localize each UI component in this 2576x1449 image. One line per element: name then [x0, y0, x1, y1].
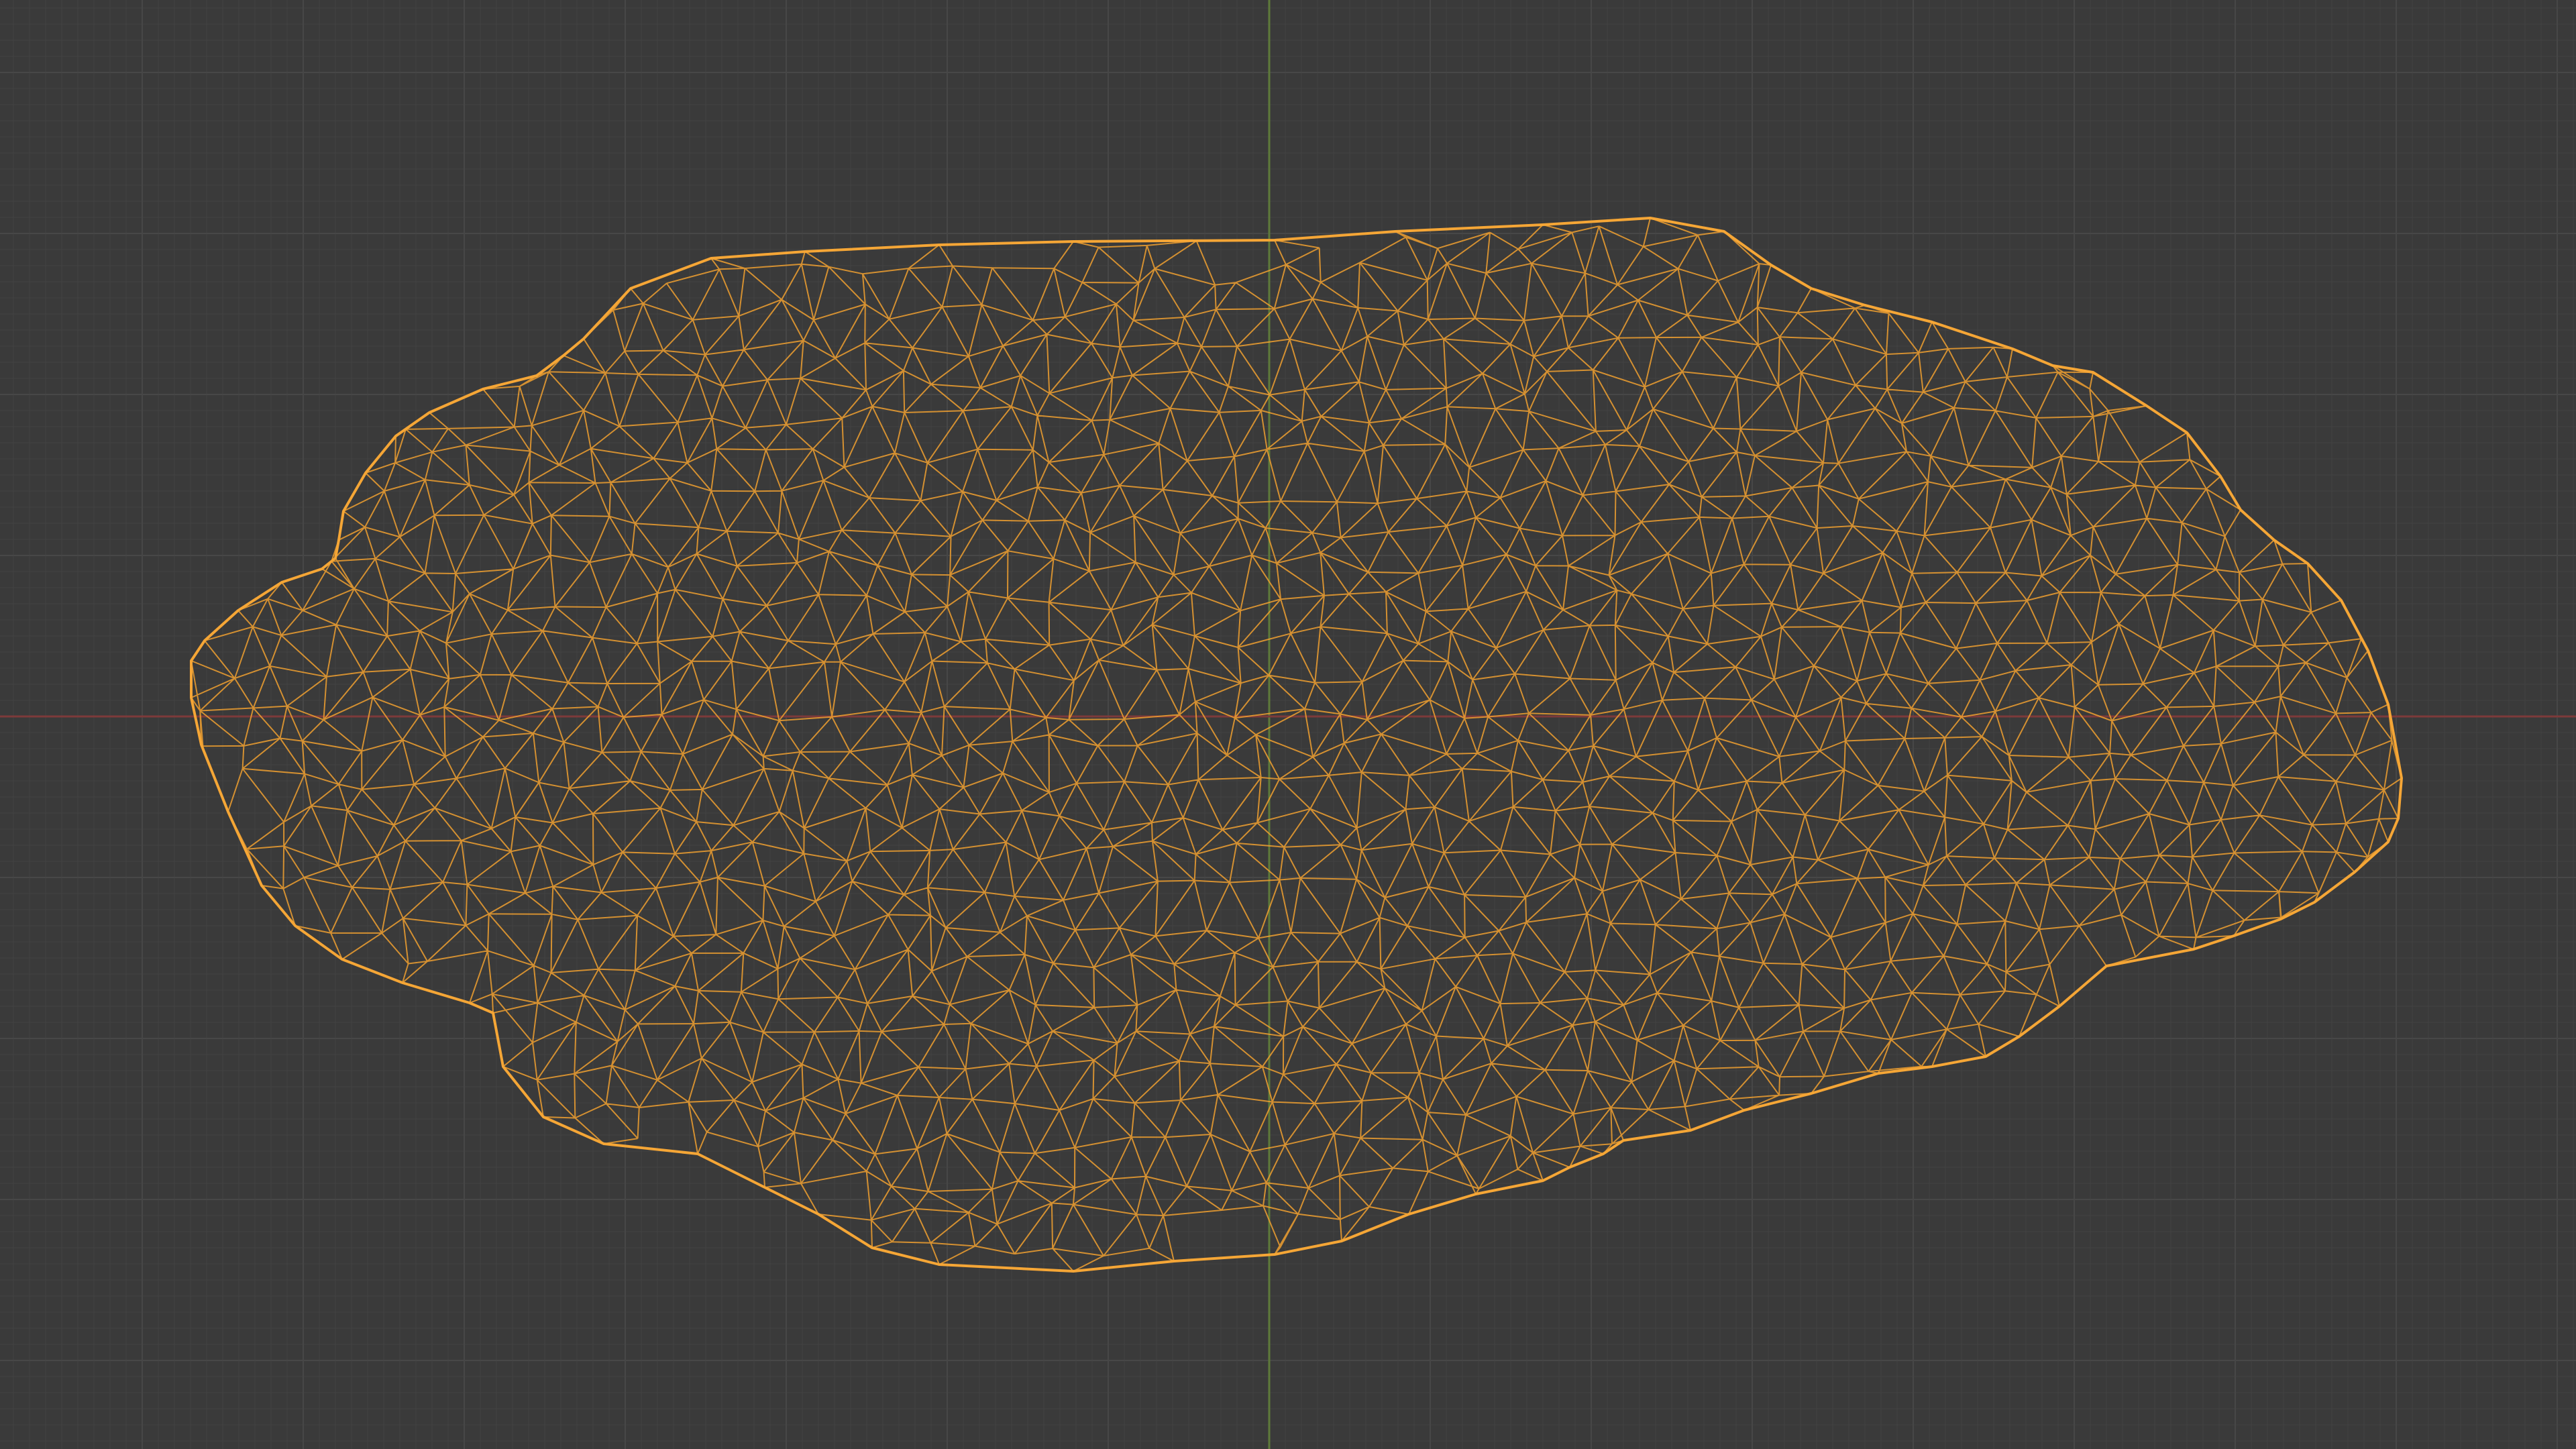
3d-viewport[interactable] — [0, 0, 2576, 1449]
mesh-edges — [191, 217, 2402, 1272]
rock-mesh-wireframe[interactable] — [190, 217, 2403, 1273]
